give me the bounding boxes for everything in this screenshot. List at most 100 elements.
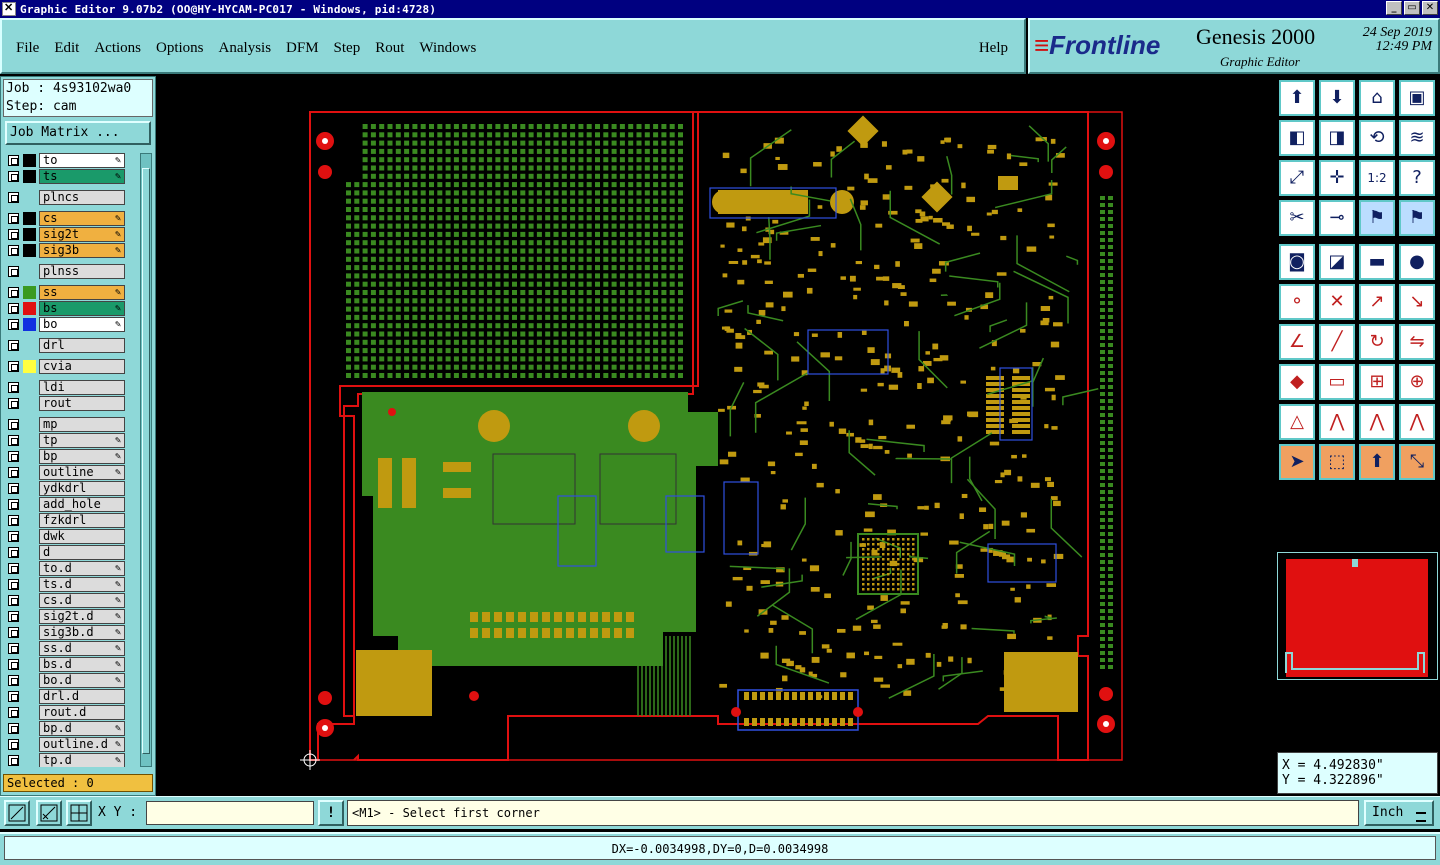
layer-name[interactable]: bs.d ✎ [39, 657, 125, 672]
layer-checkbox[interactable] [8, 499, 19, 510]
layer-up-button[interactable]: ⬆ [1279, 80, 1315, 116]
layer-row[interactable]: sig3b.d ✎ [5, 625, 139, 640]
vector-alt-button[interactable]: ↘ [1399, 284, 1435, 320]
layer-row[interactable]: to.d ✎ [5, 561, 139, 576]
layer-checkbox[interactable] [8, 451, 19, 462]
zoom-center-button[interactable]: ✛ [1319, 160, 1355, 196]
layer-row[interactable]: bp ✎ [5, 449, 139, 464]
layer-checkbox[interactable] [8, 467, 19, 478]
layer-checkbox[interactable] [8, 755, 19, 766]
layer-checkbox[interactable] [8, 563, 19, 574]
minimize-button[interactable]: _ [1386, 1, 1402, 15]
layer-name[interactable]: plncs [39, 190, 125, 205]
layer-row[interactable]: outline.d ✎ [5, 737, 139, 752]
layer-name[interactable]: dwk [39, 529, 125, 544]
layer-name[interactable]: d [39, 545, 125, 560]
layer-name[interactable]: ts ✎ [39, 169, 125, 184]
alert-button[interactable]: ! [318, 800, 344, 826]
layer-name[interactable]: rout [39, 396, 125, 411]
dot-button[interactable]: ● [1399, 244, 1435, 280]
scale-button[interactable]: ⊞ [1359, 364, 1395, 400]
layer-checkbox[interactable] [8, 192, 19, 203]
split-button[interactable]: ≋ [1399, 120, 1435, 156]
layer-checkbox[interactable] [8, 739, 19, 750]
units-select[interactable]: Inch [1364, 800, 1434, 826]
window-button[interactable]: ▣ [1399, 80, 1435, 116]
layer-name[interactable]: bo.d ✎ [39, 673, 125, 688]
close-button[interactable]: ✕ [1422, 1, 1438, 15]
layer-name[interactable]: plnss [39, 264, 125, 279]
layer-name[interactable]: sig2t ✎ [39, 227, 125, 242]
layer-name[interactable]: to.d ✎ [39, 561, 125, 576]
layer-row[interactable]: cs.d ✎ [5, 593, 139, 608]
layer-checkbox[interactable] [8, 319, 19, 330]
layer-row[interactable]: outline ✎ [5, 465, 139, 480]
layer-row[interactable]: rout [5, 396, 139, 411]
layer-row[interactable]: mp [5, 417, 139, 432]
triangle-button[interactable]: △ [1279, 404, 1315, 440]
layer-name[interactable]: bs ✎ [39, 301, 125, 316]
layer-row[interactable]: cvia [5, 359, 139, 374]
restore-button[interactable]: ▭ [1404, 1, 1420, 15]
layer-checkbox[interactable] [8, 303, 19, 314]
one-to-two-button[interactable]: 1:2 [1359, 160, 1395, 196]
layer-checkbox[interactable] [8, 213, 19, 224]
select-box-button[interactable]: ⬚ [1319, 444, 1355, 480]
layer-row[interactable]: bs ✎ [5, 301, 139, 316]
layer-color-swatch[interactable] [23, 212, 36, 225]
layer-name[interactable]: ldi [39, 380, 125, 395]
menu-rout[interactable]: Rout [375, 40, 404, 57]
layer-checkbox[interactable] [8, 155, 19, 166]
help-button[interactable]: ? [1399, 160, 1435, 196]
job-matrix-button[interactable]: Job Matrix ... [5, 121, 151, 145]
layer-checkbox[interactable] [8, 171, 19, 182]
layer-name[interactable]: fzkdrl [39, 513, 125, 528]
pad-button[interactable]: ◙ [1279, 244, 1315, 280]
layer-name[interactable]: tp ✎ [39, 433, 125, 448]
layer-row[interactable]: bo.d ✎ [5, 673, 139, 688]
layer-checkbox[interactable] [8, 579, 19, 590]
layer-row[interactable]: drl [5, 338, 139, 353]
layer-name[interactable]: ts.d ✎ [39, 577, 125, 592]
swap-button[interactable]: ⟲ [1359, 120, 1395, 156]
layer-name[interactable]: tp.d ✎ [39, 753, 125, 767]
layer-checkbox[interactable] [8, 547, 19, 558]
pad-add-button[interactable]: ◆ [1279, 364, 1315, 400]
layer-checkbox[interactable] [8, 515, 19, 526]
segment-button[interactable]: ▭ [1319, 364, 1355, 400]
layer-row[interactable]: cs ✎ [5, 211, 139, 226]
layer-checkbox[interactable] [8, 340, 19, 351]
layer-row[interactable]: add_hole [5, 497, 139, 512]
menu-help[interactable]: Help [979, 40, 1008, 57]
triangle-alt-button[interactable]: ⋀ [1319, 404, 1355, 440]
flip-button[interactable]: ⚑ [1359, 200, 1395, 236]
layer-checkbox[interactable] [8, 723, 19, 734]
edit-shape-button[interactable]: ◪ [1319, 244, 1355, 280]
pan-left-button[interactable]: ◧ [1279, 120, 1315, 156]
layer-name[interactable]: drl.d [39, 689, 125, 704]
grid-button[interactable] [66, 800, 92, 826]
vector-button[interactable]: ↗ [1359, 284, 1395, 320]
layer-checkbox[interactable] [8, 643, 19, 654]
layer-row[interactable]: ts.d ✎ [5, 577, 139, 592]
zoom-window-button[interactable] [4, 800, 30, 826]
snap-button[interactable]: ⊸ [1319, 200, 1355, 236]
layer-name[interactable]: bp ✎ [39, 449, 125, 464]
menu-edit[interactable]: Edit [54, 40, 79, 57]
layer-checkbox[interactable] [8, 627, 19, 638]
layer-checkbox[interactable] [8, 675, 19, 686]
flip-alt-button[interactable]: ⚑ [1399, 200, 1435, 236]
layer-name[interactable]: rout.d [39, 705, 125, 720]
layer-checkbox[interactable] [8, 419, 19, 430]
menu-analysis[interactable]: Analysis [219, 40, 272, 57]
measure-button[interactable]: ✂ [1279, 200, 1315, 236]
layer-checkbox[interactable] [8, 659, 19, 670]
layer-row[interactable]: plnss [5, 264, 139, 279]
line-button[interactable]: ╱ [1319, 324, 1355, 360]
layer-scrollbar[interactable] [140, 153, 152, 767]
select-touch-button[interactable]: ⬆ [1359, 444, 1395, 480]
layer-checkbox[interactable] [8, 707, 19, 718]
arc-button[interactable]: ↻ [1359, 324, 1395, 360]
layer-name[interactable]: bo ✎ [39, 317, 125, 332]
menu-windows[interactable]: Windows [419, 40, 476, 57]
